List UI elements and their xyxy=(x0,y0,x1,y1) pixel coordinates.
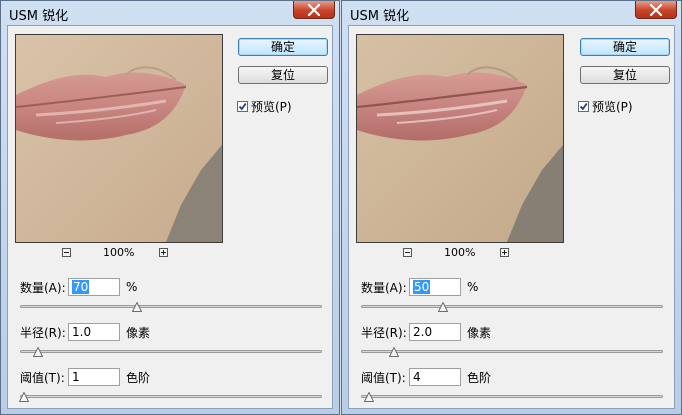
threshold-unit: 色阶 xyxy=(467,370,492,385)
preview-checkbox-row[interactable]: 预览(P) xyxy=(237,98,292,115)
close-icon xyxy=(307,3,321,16)
zoom-in-icon-vertical xyxy=(504,250,505,255)
ok-button[interactable]: 确定 xyxy=(238,38,328,56)
radius-label: 半径(R): xyxy=(361,325,407,340)
slider-thumb-icon xyxy=(19,392,29,402)
check-icon xyxy=(238,102,247,111)
radius-row: 半径(R): 2.0 像素 xyxy=(361,322,491,342)
amount-unit: % xyxy=(126,280,138,294)
amount-value: 70 xyxy=(72,280,90,294)
threshold-slider[interactable] xyxy=(19,392,322,402)
zoom-out-button[interactable] xyxy=(403,248,412,257)
dialog-body: 100% 确定 复位 预览(P) 数量(A): 70 % 半径(R): 1.0 … xyxy=(7,25,333,409)
preview-label: 预览(P) xyxy=(251,100,292,114)
window-title: USM 锐化 xyxy=(350,9,410,24)
check-icon xyxy=(579,102,588,111)
amount-value: 50 xyxy=(413,280,431,294)
slider-thumb-icon xyxy=(438,302,448,312)
reset-button[interactable]: 复位 xyxy=(238,66,328,84)
zoom-controls: 100% xyxy=(15,246,223,260)
window-title: USM 锐化 xyxy=(9,9,69,24)
threshold-input[interactable]: 4 xyxy=(409,368,461,386)
radius-unit: 像素 xyxy=(467,325,492,340)
close-button[interactable] xyxy=(635,1,677,19)
radius-unit: 像素 xyxy=(126,325,151,340)
preview-label: 预览(P) xyxy=(592,100,633,114)
radius-row: 半径(R): 1.0 像素 xyxy=(20,322,150,342)
threshold-slider-thumb[interactable] xyxy=(19,392,29,402)
preview-checkbox[interactable] xyxy=(237,101,248,112)
preview-checkbox-row[interactable]: 预览(P) xyxy=(578,98,633,115)
amount-label: 数量(A): xyxy=(361,280,407,295)
dialog-body: 100% 确定 复位 预览(P) 数量(A): 50 % 半径(R): 2.0 … xyxy=(348,25,675,409)
amount-input[interactable]: 50 xyxy=(409,278,461,296)
preview-image[interactable] xyxy=(356,34,564,243)
slider-track xyxy=(20,350,322,353)
zoom-level: 100% xyxy=(103,246,135,259)
threshold-row: 阈值(T): 1 色阶 xyxy=(20,367,150,387)
amount-row: 数量(A): 70 % xyxy=(20,277,137,297)
amount-slider-thumb[interactable] xyxy=(132,302,142,312)
zoom-in-button[interactable] xyxy=(159,248,168,257)
slider-thumb-icon xyxy=(389,347,399,357)
amount-slider-thumb[interactable] xyxy=(438,302,448,312)
close-button[interactable] xyxy=(293,1,335,19)
slider-track xyxy=(361,395,663,398)
radius-slider-thumb[interactable] xyxy=(33,347,43,357)
preview-image[interactable] xyxy=(15,34,223,243)
amount-unit: % xyxy=(467,280,479,294)
radius-input[interactable]: 1.0 xyxy=(68,323,120,341)
amount-input[interactable]: 70 xyxy=(68,278,120,296)
threshold-row: 阈值(T): 4 色阶 xyxy=(361,367,491,387)
zoom-out-icon xyxy=(405,252,410,253)
zoom-in-icon-vertical xyxy=(163,250,164,255)
title-bar[interactable]: USM 锐化 xyxy=(342,1,681,25)
close-icon xyxy=(649,3,663,16)
zoom-controls: 100% xyxy=(356,246,564,260)
slider-track xyxy=(361,350,663,353)
threshold-input[interactable]: 1 xyxy=(68,368,120,386)
zoom-out-icon xyxy=(64,252,69,253)
threshold-label: 阈值(T): xyxy=(361,370,406,385)
usm-sharpen-dialog-left: USM 锐化 100% 确定 复位 预览(P) 数量(A): 70 % 半径(R… xyxy=(0,0,340,415)
threshold-unit: 色阶 xyxy=(126,370,151,385)
amount-row: 数量(A): 50 % xyxy=(361,277,478,297)
zoom-out-button[interactable] xyxy=(62,248,71,257)
threshold-label: 阈值(T): xyxy=(20,370,65,385)
amount-label: 数量(A): xyxy=(20,280,66,295)
zoom-level: 100% xyxy=(444,246,476,259)
title-bar[interactable]: USM 锐化 xyxy=(1,1,339,25)
threshold-slider-thumb[interactable] xyxy=(364,392,374,402)
threshold-slider[interactable] xyxy=(361,392,663,402)
lips-closeup-photo xyxy=(357,35,563,242)
ok-button[interactable]: 确定 xyxy=(580,38,670,56)
preview-checkbox[interactable] xyxy=(578,101,589,112)
reset-button[interactable]: 复位 xyxy=(580,66,670,84)
slider-thumb-icon xyxy=(132,302,142,312)
amount-slider[interactable] xyxy=(361,302,663,312)
zoom-in-button[interactable] xyxy=(500,248,509,257)
slider-thumb-icon xyxy=(33,347,43,357)
slider-track xyxy=(20,305,322,308)
slider-track xyxy=(20,395,322,398)
radius-label: 半径(R): xyxy=(20,325,66,340)
usm-sharpen-dialog-right: USM 锐化 100% 确定 复位 预览(P) 数量(A): 50 % 半径(R… xyxy=(341,0,682,415)
slider-track xyxy=(361,305,663,308)
lips-closeup-photo xyxy=(16,35,222,242)
radius-slider-thumb[interactable] xyxy=(389,347,399,357)
radius-input[interactable]: 2.0 xyxy=(409,323,461,341)
amount-slider[interactable] xyxy=(20,302,322,312)
slider-thumb-icon xyxy=(364,392,374,402)
radius-slider[interactable] xyxy=(20,347,322,357)
radius-slider[interactable] xyxy=(361,347,663,357)
